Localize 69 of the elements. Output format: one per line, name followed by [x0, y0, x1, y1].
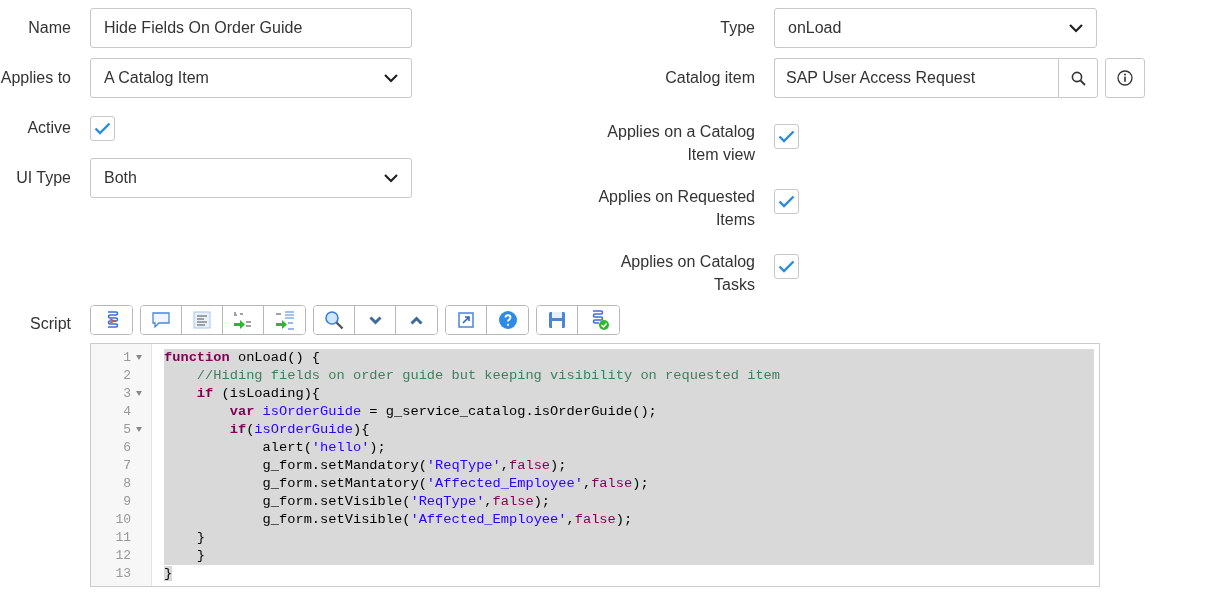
code-line: //Hiding fields on order guide but keeping visibility on requested item [195, 368, 781, 383]
chevron-down-icon [1069, 23, 1083, 33]
toolbar-button[interactable] [141, 306, 182, 334]
toolbar-button[interactable] [446, 306, 487, 334]
select-field[interactable]: Both [90, 158, 412, 198]
field-label: Name [27, 18, 72, 38]
info-button[interactable] [1105, 58, 1145, 98]
save-icon [546, 309, 568, 331]
reference-field[interactable]: SAP User Access Request [774, 58, 1058, 98]
chevron-down-icon [384, 173, 398, 183]
speech-bubble-icon [150, 309, 172, 331]
search-icon [1070, 70, 1086, 86]
code-line: g_form.setMandatory('ReqType',false); [261, 458, 567, 473]
code-line: g_form.setMantatory('Affected_Employee',false); [261, 476, 649, 491]
code-line: var isOrderGuide = g_service_catalog.isOrderGuide(); [228, 404, 657, 419]
search-button[interactable] [1058, 58, 1098, 98]
replace-all-icon [273, 309, 296, 331]
code-line: if(isOrderGuide){ [228, 422, 370, 437]
fold-icon[interactable] [136, 391, 142, 396]
code-line: if (isLoading){ [195, 386, 321, 401]
line-number: 13 [115, 565, 131, 583]
code-line: g_form.setVisible('Affected_Employee',false); [261, 512, 633, 527]
chevron-up-icon [410, 315, 423, 325]
checkbox[interactable] [774, 124, 799, 149]
toolbar-button[interactable] [314, 306, 355, 334]
field-label: Applies on Requested Items [597, 187, 756, 230]
chevron-down-icon [368, 315, 382, 325]
field-label: Applies to [0, 68, 72, 88]
name-field[interactable]: Hide Fields On Order Guide [90, 8, 412, 48]
code-line: } [195, 530, 206, 545]
help-icon [496, 309, 519, 331]
line-number: 12 [115, 547, 131, 565]
checkbox[interactable] [774, 254, 799, 279]
code-editor[interactable] [90, 343, 1100, 587]
toolbar-button[interactable] [91, 306, 132, 334]
line-number: 2 [123, 367, 131, 385]
line-number: 10 [115, 511, 131, 529]
line-number: 6 [123, 439, 131, 457]
field-label: Applies on Catalog Tasks [619, 252, 756, 295]
field-label: Catalog item [664, 68, 756, 88]
toolbar-button[interactable] [537, 306, 578, 334]
checkbox[interactable] [774, 189, 799, 214]
fold-icon[interactable] [136, 355, 142, 360]
line-number: 8 [123, 475, 131, 493]
select-field[interactable]: A Catalog Item [90, 58, 412, 98]
code-line: function onLoad() { [164, 350, 321, 365]
code-line: alert('hello'); [261, 440, 386, 455]
field-label: UI Type [15, 168, 72, 188]
line-number: 11 [115, 529, 131, 547]
search-icon [323, 309, 345, 331]
line-number: 9 [123, 493, 131, 511]
line-number: 1 [123, 349, 131, 367]
chevron-down-icon [384, 73, 398, 83]
line-number: 7 [123, 457, 131, 475]
replace-icon [232, 309, 254, 331]
code-line: } [195, 548, 206, 563]
info-icon [1117, 70, 1133, 86]
field-label: Script [29, 314, 72, 334]
field-label: Active [26, 118, 72, 138]
select-field[interactable]: onLoad [774, 8, 1097, 48]
code-line: g_form.setVisible('ReqType',false); [261, 494, 551, 509]
line-number: 4 [123, 403, 131, 421]
field-label: Type [719, 18, 756, 38]
text-lines-icon [191, 309, 213, 331]
checkbox[interactable] [90, 116, 115, 141]
fold-icon[interactable] [136, 427, 142, 432]
line-number: 5 [123, 421, 131, 439]
line-number: 3 [123, 385, 131, 403]
field-label: Applies on a Catalog Item view [606, 122, 756, 165]
